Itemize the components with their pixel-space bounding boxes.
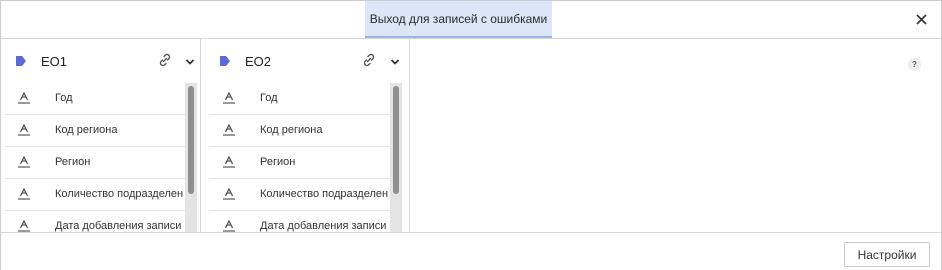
panel-header: EO1 [1, 39, 200, 83]
scrollbar-thumb[interactable] [188, 86, 194, 194]
text-type-icon [17, 155, 31, 173]
list-item[interactable]: Год [210, 83, 400, 115]
field-label: Год [260, 92, 278, 104]
close-icon[interactable] [913, 11, 929, 27]
text-type-icon [222, 219, 236, 232]
list-item[interactable]: Дата добавления записи [210, 211, 400, 232]
panel-title: EO2 [245, 54, 272, 69]
tag-icon [219, 54, 231, 72]
panel-eo2: EO2 Год Код региона Регион Количество по… [205, 39, 410, 232]
list-item[interactable]: Количество подразделений [210, 179, 400, 211]
field-label: Количество подразделений [260, 188, 388, 200]
chevron-down-icon[interactable] [185, 54, 195, 72]
list-item[interactable]: Код региона [5, 115, 195, 147]
settings-button[interactable]: Настройки [844, 242, 930, 267]
field-list: Год Код региона Регион Количество подраз… [210, 83, 400, 232]
scrollbar[interactable] [390, 83, 402, 232]
link-icon[interactable] [157, 52, 173, 73]
help-icon[interactable]: ? [908, 58, 921, 71]
text-type-icon [222, 155, 236, 173]
tag-icon [15, 54, 27, 72]
field-label: Код региона [260, 124, 323, 136]
link-icon[interactable] [361, 52, 377, 73]
field-label: Дата добавления записи [260, 220, 387, 232]
chevron-down-icon[interactable] [390, 54, 400, 72]
panel-eo1: EO1 Год Код региона Регион Количество по… [1, 39, 201, 232]
field-label: Регион [260, 156, 296, 168]
scrollbar-thumb[interactable] [393, 86, 399, 194]
text-type-icon [17, 187, 31, 205]
field-list: Год Код региона Регион Количество подраз… [5, 83, 195, 232]
dialog-header: Выход для записей с ошибками [1, 1, 941, 39]
list-item[interactable]: Дата добавления записи [5, 211, 195, 232]
text-type-icon [222, 91, 236, 109]
text-type-icon [17, 219, 31, 232]
text-type-icon [17, 123, 31, 141]
field-label: Год [55, 92, 73, 104]
tab-error-output[interactable]: Выход для записей с ошибками [365, 1, 552, 38]
field-label: Дата добавления записи [55, 220, 182, 232]
list-item[interactable]: Количество подразделений [5, 179, 195, 211]
list-item[interactable]: Регион [210, 147, 400, 179]
list-item[interactable]: Год [5, 83, 195, 115]
text-type-icon [222, 187, 236, 205]
list-item[interactable]: Регион [5, 147, 195, 179]
scrollbar[interactable] [185, 83, 197, 232]
text-type-icon [17, 91, 31, 109]
list-item[interactable]: Код региона [210, 115, 400, 147]
panel-title: EO1 [41, 54, 68, 69]
field-label: Количество подразделений [55, 188, 183, 200]
field-label: Регион [55, 156, 91, 168]
dialog-window: Выход для записей с ошибками EO1 Год Код… [0, 0, 942, 270]
field-label: Код региона [55, 124, 118, 136]
text-type-icon [222, 123, 236, 141]
dialog-footer: Настройки [1, 232, 941, 270]
panel-header: EO2 [205, 39, 409, 83]
